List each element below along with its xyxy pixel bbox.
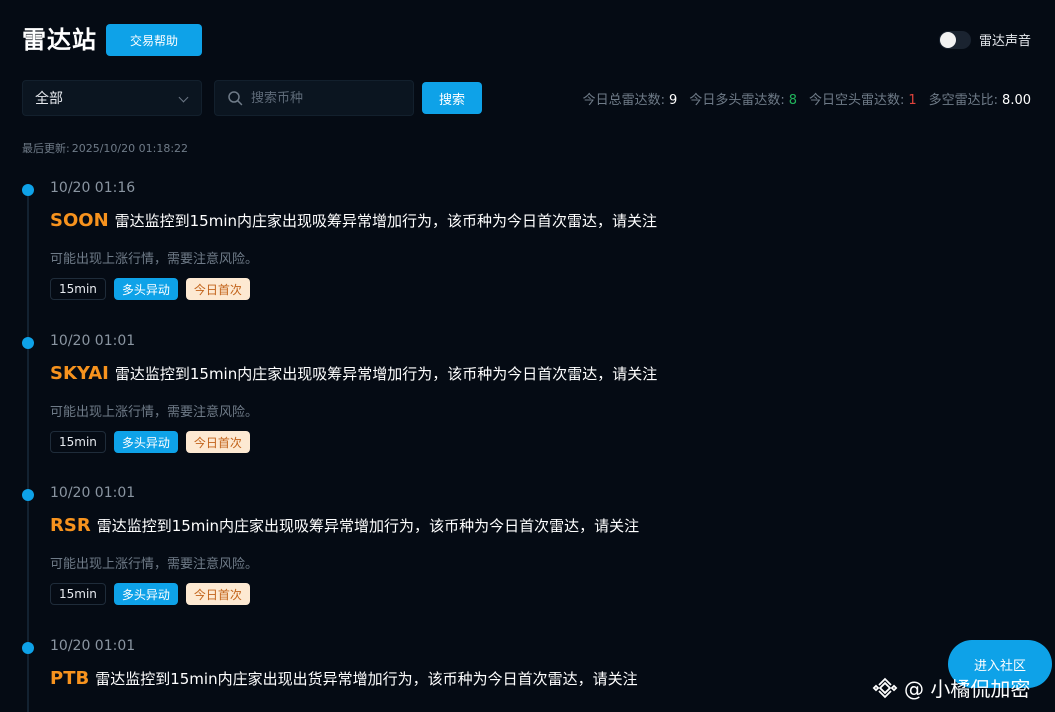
search-box[interactable]	[214, 80, 414, 116]
tag-bullish-anomaly: 多头异动	[113, 583, 178, 605]
stat-total: 今日总雷达数: 9	[583, 89, 678, 108]
event-text: 雷达监控到15min内庄家出现吸筹异常增加行为，该币种为今日首次雷达，请关注	[114, 365, 658, 383]
event-text: 雷达监控到15min内庄家出现吸筹异常增加行为，该币种为今日首次雷达，请关注	[114, 212, 658, 230]
tag-timeframe: 15min	[50, 583, 106, 605]
stat-ratio-value: 8.00	[1002, 92, 1031, 108]
event-coin[interactable]: SKYAI	[50, 363, 109, 384]
event-message: SOON 雷达监控到15min内庄家出现吸筹异常增加行为，该币种为今日首次雷达，请…	[50, 210, 657, 231]
binance-logo-icon	[872, 677, 898, 698]
event-time: 10/20 01:01	[50, 333, 136, 349]
radar-sound-label: 雷达声音	[978, 34, 1031, 49]
watermark: @ 小橘侃加密	[872, 673, 1030, 702]
stat-long-label: 今日多头雷达数:	[689, 92, 785, 108]
event-message: PTB 雷达监控到15min内庄家出现出货异常增加行为，该币种为今日首次雷达，请关…	[50, 668, 638, 689]
event-text: 雷达监控到15min内庄家出现吸筹异常增加行为，该币种为今日首次雷达，请关注	[96, 517, 640, 535]
event-description: 可能出现上涨行情，需要注意风险。	[50, 252, 259, 267]
toggle-switch[interactable]	[938, 30, 971, 49]
stat-ratio-label: 多空雷达比:	[928, 92, 999, 108]
event-coin[interactable]: RSR	[50, 515, 91, 536]
tag-bullish-anomaly: 多头异动	[113, 431, 178, 453]
search-input[interactable]	[251, 90, 391, 106]
stat-ratio: 多空雷达比: 8.00	[929, 89, 1031, 108]
filter-select-value: 全部	[35, 91, 63, 107]
last-updated-value: 2025/10/20 01:18:22	[71, 142, 189, 155]
event-coin[interactable]: SOON	[50, 210, 109, 231]
radar-sound-toggle[interactable]: 雷达声音	[938, 30, 1031, 49]
toggle-knob	[939, 31, 956, 48]
radar-timeline: 10/20 01:16 SOON 雷达监控到15min内庄家出现吸筹异常增加行为，…	[22, 178, 782, 712]
trading-help-button[interactable]: 交易帮助	[106, 24, 202, 56]
event-tags: 15min 多头异动 今日首次	[50, 278, 250, 300]
stat-long-value: 8	[788, 92, 797, 108]
event-text: 雷达监控到15min内庄家出现出货异常增加行为，该币种为今日首次雷达，请关注	[95, 670, 638, 688]
header: 雷达站 交易帮助 雷达声音	[22, 24, 1031, 56]
timeline-dot	[22, 489, 34, 501]
timeline-line	[27, 186, 29, 712]
last-updated: 最后更新: 2025/10/20 01:18:22	[22, 140, 188, 156]
event-message: RSR 雷达监控到15min内庄家出现吸筹异常增加行为，该币种为今日首次雷达，请关…	[50, 515, 639, 536]
tag-first-today: 今日首次	[185, 583, 250, 605]
timeline-dot	[22, 337, 34, 349]
radar-stats: 今日总雷达数: 9 今日多头雷达数: 8 今日空头雷达数: 1 多空雷达比: 8.00	[583, 80, 1031, 116]
event-time: 10/20 01:16	[50, 180, 136, 196]
stat-total-value: 9	[669, 92, 678, 108]
toolbar: 全部 搜索 今日总雷达数:9 今日多头雷达数:8 今日空头雷达数:1 多空雷达比…	[22, 80, 1031, 116]
last-updated-label: 最后更新:	[22, 142, 70, 155]
event-time: 10/20 01:01	[50, 485, 136, 501]
stat-long: 今日多头雷达数: 8	[689, 89, 797, 108]
watermark-text: @ 小橘侃加密	[904, 677, 1031, 701]
tag-timeframe: 15min	[50, 278, 106, 300]
timeline-dot	[22, 184, 34, 196]
event-message: SKYAI 雷达监控到15min内庄家出现吸筹异常增加行为，该币种为今日首次雷达，…	[50, 363, 657, 384]
tag-bullish-anomaly: 多头异动	[113, 278, 178, 300]
search-button[interactable]: 搜索	[422, 82, 482, 114]
stat-short: 今日空头雷达数: 1	[809, 89, 917, 108]
search-icon	[228, 91, 243, 106]
event-tags: 15min 多头异动 今日首次	[50, 431, 250, 453]
tag-first-today: 今日首次	[185, 278, 250, 300]
event-description: 可能出现上涨行情，需要注意风险。	[50, 557, 259, 572]
event-tags: 15min 多头异动 今日首次	[50, 583, 250, 605]
tag-first-today: 今日首次	[185, 431, 250, 453]
event-time: 10/20 01:01	[50, 638, 136, 654]
event-coin[interactable]: PTB	[50, 668, 89, 689]
stat-total-label: 今日总雷达数:	[582, 92, 666, 108]
page-title: 雷达站	[22, 26, 97, 54]
timeline-dot	[22, 642, 34, 654]
filter-select[interactable]: 全部	[22, 80, 202, 116]
event-description: 可能出现上涨行情，需要注意风险。	[50, 405, 259, 420]
stat-short-label: 今日空头雷达数:	[808, 92, 905, 108]
tag-timeframe: 15min	[50, 431, 106, 453]
stat-short-value: 1	[908, 92, 917, 108]
chevron-down-icon	[178, 92, 189, 103]
